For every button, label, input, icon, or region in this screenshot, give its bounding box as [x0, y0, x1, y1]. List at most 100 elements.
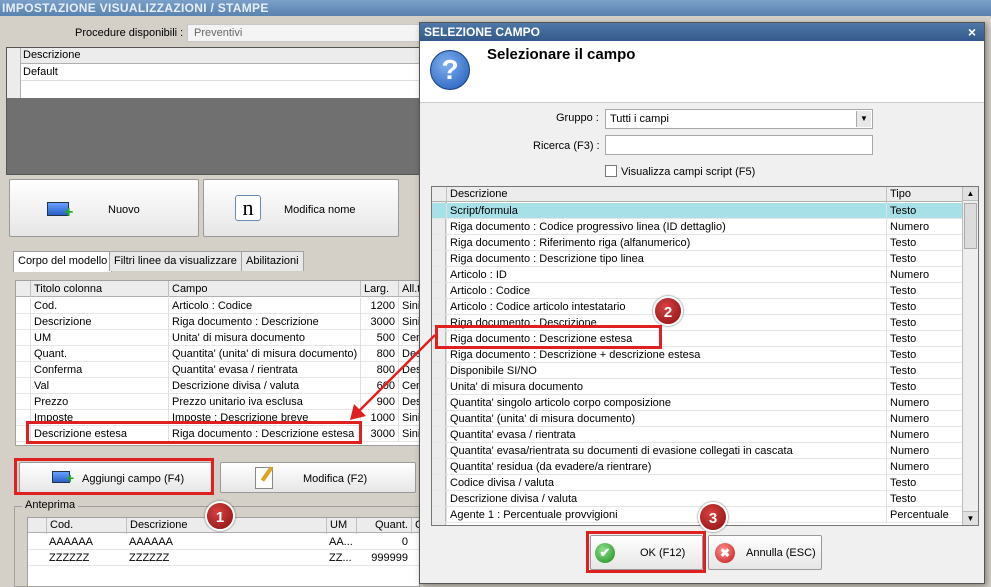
list-item[interactable]: Quantita' (unita' di misura documento) Nu…	[432, 411, 962, 427]
modifica-button[interactable]: Modifica (F2)	[220, 462, 416, 493]
list-item-descrizione: Unita' di misura documento	[446, 379, 886, 395]
list-item[interactable]: Quantita' residua (da evadere/a rientrar…	[432, 459, 962, 475]
list-item[interactable]: Riga documento : Codice progressivo line…	[432, 219, 962, 235]
scroll-thumb[interactable]	[964, 203, 977, 249]
columns-grid-header: Titolo colonna Campo Larg. All.t	[16, 281, 419, 297]
table-cell: Prezzo unitario iva esclusa	[168, 394, 360, 410]
list-item-descrizione: Riga documento : Codice progressivo line…	[446, 219, 886, 235]
list-item[interactable]: Descrizione divisa / valuta Testo	[432, 491, 962, 507]
table-cell: Quant.	[30, 346, 168, 362]
list-item[interactable]: Disponibile SI/NO Testo	[432, 363, 962, 379]
highlight-ok-button	[586, 531, 706, 573]
procedure-label: Procedure disponibili :	[75, 27, 184, 39]
list-item[interactable]: Articolo : ID Numero	[432, 267, 962, 283]
list-item[interactable]: Agente 1 : Percentuale provvigioni Percen…	[432, 507, 962, 523]
list-item[interactable]: Unita' di misura documento Testo	[432, 379, 962, 395]
nuovo-button[interactable]: + Nuovo	[9, 179, 199, 237]
list-item-tipo: Testo	[886, 363, 962, 379]
preview-header-quant: Quant.	[356, 518, 411, 534]
list-item-descrizione: Disponibile SI/NO	[446, 363, 886, 379]
model-row-default[interactable]: Default	[21, 65, 425, 81]
list-item-tipo: Testo	[886, 331, 962, 347]
chevron-down-icon[interactable]: ▼	[856, 111, 871, 127]
fields-list: Descrizione Tipo Script/formula Testo Riga…	[431, 186, 979, 526]
list-item-tipo: Percentuale	[886, 507, 962, 523]
tab-abilitazioni[interactable]: Abilitazioni	[241, 251, 304, 271]
list-item[interactable]: Articolo : Codice Testo	[432, 283, 962, 299]
list-item-descrizione: Script/formula	[446, 203, 886, 219]
preview-cell: ZZ...	[329, 552, 352, 564]
list-scrollbar[interactable]: ▲ ▼	[962, 187, 978, 525]
list-item-descrizione: Riga documento : Riferimento riga (alfan…	[446, 235, 886, 251]
gruppo-label: Gruppo :	[556, 112, 599, 124]
list-item-descrizione: Quantita' (unita' di misura documento)	[446, 411, 886, 427]
callout-3: 3	[698, 502, 728, 532]
modifica-nome-button[interactable]: n Modifica nome	[203, 179, 399, 237]
annulla-button[interactable]: ✖ Annulla (ESC)	[708, 535, 822, 570]
tab-corpo-modello[interactable]: Corpo del modello	[13, 251, 113, 272]
list-item[interactable]: Quantita' evasa/rientrata su documenti d…	[432, 443, 962, 459]
list-item-tipo: Numero	[886, 459, 962, 475]
list-item-tipo: Testo	[886, 379, 962, 395]
list-item-tipo: Testo	[886, 203, 962, 219]
table-cell: Quantita' (unita' di misura documento)	[168, 346, 360, 362]
list-item-tipo: Testo	[886, 347, 962, 363]
preview-header-cod: Cod.	[46, 518, 126, 534]
tab-filtri-linee[interactable]: Filtri linee da visualizzare	[109, 251, 242, 271]
list-item-tipo: Numero	[886, 395, 962, 411]
list-item-tipo: Testo	[886, 235, 962, 251]
preview-cell: 999999	[371, 552, 408, 564]
list-item-descrizione: Articolo : ID	[446, 267, 886, 283]
model-list-header: Descrizione	[21, 48, 425, 64]
gruppo-value: Tutti i campi	[610, 113, 669, 125]
table-cell: Cod.	[30, 298, 168, 314]
table-row[interactable]: Cod.Articolo : Codice1200Sinis	[16, 298, 419, 314]
callout-2: 2	[653, 296, 683, 326]
list-item[interactable]: Riga documento : Descrizione tipo linea T…	[432, 251, 962, 267]
table-cell: Descrizione	[30, 314, 168, 330]
modifica-nome-label: Modifica nome	[284, 204, 356, 216]
modifica-label: Modifica (F2)	[303, 473, 368, 485]
table-row[interactable]: Descrizione Riga documento : Descrizione 3…	[16, 314, 419, 330]
list-item-tipo: Numero	[886, 219, 962, 235]
rename-icon: n	[235, 195, 261, 221]
preview-cell: AA...	[329, 536, 353, 548]
list-item-tipo: Numero	[886, 267, 962, 283]
list-item[interactable]: Riga documento : Riferimento riga (alfan…	[432, 235, 962, 251]
scroll-up-icon[interactable]: ▲	[963, 187, 978, 201]
list-item[interactable]: Quantita' evasa / rientrata Numero	[432, 427, 962, 443]
table-cell: Descrizione divisa / valuta	[168, 378, 360, 394]
ricerca-input[interactable]	[605, 135, 873, 155]
table-cell: Unita' di misura documento	[168, 330, 360, 346]
dialog-title: SELEZIONE CAMPO	[420, 23, 984, 41]
list-item[interactable]: Codice divisa / valuta Testo	[432, 475, 962, 491]
preview-row: ZZZZZZ ZZZZZZ ZZ... 999999	[28, 550, 419, 566]
list-item[interactable]: Riga documento : Descrizione + descrizio…	[432, 347, 962, 363]
scroll-down-icon[interactable]: ▼	[963, 511, 978, 525]
table-cell: UM	[30, 330, 168, 346]
list-item-descrizione: Riga documento : Descrizione + descrizio…	[446, 347, 886, 363]
list-item[interactable]: Articolo : Codice articolo intestatario T…	[432, 299, 962, 315]
gruppo-select[interactable]: Tutti i campi ▼	[605, 109, 873, 129]
preview-cell: ZZZZZZ	[49, 552, 90, 564]
table-cell: 1200	[360, 298, 398, 314]
nuovo-label: Nuovo	[108, 204, 140, 216]
list-item[interactable]: Script/formula Testo	[432, 203, 962, 219]
list-item-tipo: Testo	[886, 283, 962, 299]
list-item-tipo: Testo	[886, 491, 962, 507]
preview-row: AAAAAA AAAAAA AA... 0	[28, 534, 419, 550]
list-item-tipo: Numero	[886, 443, 962, 459]
close-icon[interactable]: ×	[964, 24, 980, 40]
window-title: IMPOSTAZIONE VISUALIZZAZIONI / STAMPE	[0, 0, 991, 16]
list-header-descrizione: Descrizione	[446, 187, 886, 203]
table-cell: Articolo : Codice	[168, 298, 360, 314]
header-titolo: Titolo colonna	[30, 281, 168, 297]
script-checkbox[interactable]	[605, 165, 617, 177]
model-list: Descrizione Default	[6, 47, 426, 175]
list-item[interactable]: Quantita' singolo articolo corpo composi…	[432, 395, 962, 411]
preview-cell: AAAAAA	[129, 536, 174, 548]
table-cell: Riga documento : Descrizione	[168, 314, 360, 330]
table-cell: Prezzo	[30, 394, 168, 410]
preview-cell	[411, 550, 419, 566]
procedure-select[interactable]: Preventivi	[187, 24, 427, 42]
